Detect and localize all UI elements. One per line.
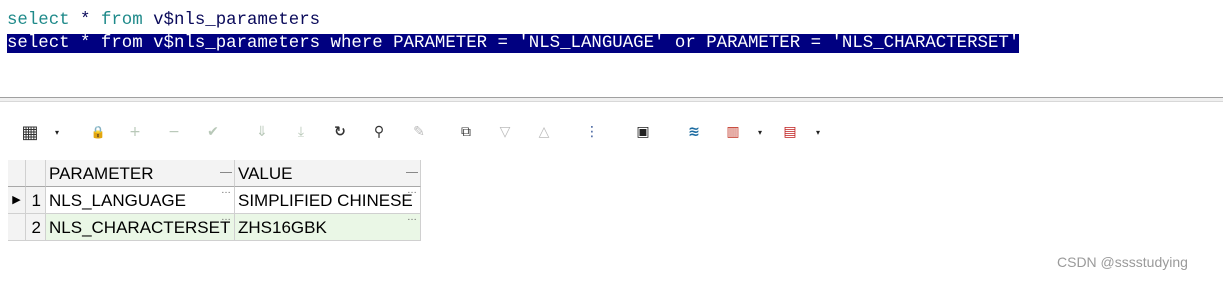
toolbar-separator: [237, 116, 238, 150]
column-header-value[interactable]: VALUE: [235, 160, 421, 187]
clear-icon[interactable]: ✎: [407, 120, 431, 144]
star-token: *: [69, 11, 101, 30]
find-icon[interactable]: ⚲: [367, 120, 391, 144]
grid-layout-icon[interactable]: ▦: [18, 120, 42, 144]
toolbar-separator: [71, 116, 72, 150]
table-row[interactable]: 2 NLS_CHARACTERSET… ZHS16GBK…: [8, 211, 421, 241]
table-row[interactable]: ▶ 1 NLS_LANGUAGE… SIMPLIFIED CHINESE…: [8, 184, 421, 214]
cell-parameter[interactable]: NLS_CHARACTERSET…: [46, 211, 235, 241]
grid-header-row: PARAMETER VALUE: [8, 160, 421, 187]
save-icon[interactable]: ▣: [631, 120, 655, 144]
column-header-parameter[interactable]: PARAMETER: [46, 160, 235, 187]
cell-ellipsis-button[interactable]: …: [407, 211, 417, 225]
cell-value[interactable]: ZHS16GBK…: [235, 211, 421, 241]
header-indicator-cell: [8, 160, 26, 187]
sql-editor[interactable]: select * from v$nls_parameters select * …: [0, 0, 1223, 97]
cell-ellipsis-button[interactable]: …: [221, 184, 231, 198]
database-icon[interactable]: ≋: [682, 120, 706, 144]
cell-value[interactable]: SIMPLIFIED CHINESE…: [235, 184, 421, 214]
toolbar-separator: [568, 116, 569, 150]
current-row-indicator-icon: ▶: [8, 187, 26, 214]
cell-parameter[interactable]: NLS_LANGUAGE…: [46, 184, 235, 214]
keyword-select: select: [7, 11, 70, 30]
toolbar-separator: [443, 116, 444, 150]
sql-line-2-selected[interactable]: select * from v$nls_parameters where PAR…: [7, 33, 1020, 55]
chart-icon[interactable]: ▥: [721, 120, 745, 144]
lock-icon[interactable]: 🔒: [86, 120, 110, 144]
refresh-icon[interactable]: ↻: [328, 120, 352, 144]
fetch-next-icon[interactable]: ⇓: [250, 120, 274, 144]
row-indicator-cell: [8, 214, 26, 241]
grid-layout-dropdown-icon[interactable]: ▾: [52, 120, 62, 144]
table-export-icon[interactable]: ▤: [778, 120, 802, 144]
move-up-icon[interactable]: △: [532, 120, 556, 144]
cell-ellipsis-button[interactable]: …: [221, 211, 231, 225]
column-resize-mark: [406, 172, 418, 173]
watermark: CSDN @sssstudying: [1057, 254, 1188, 270]
sql-line-1[interactable]: select * from v$nls_parameters: [7, 10, 320, 32]
results-toolbar: ▦ ▾ 🔒 + − ✔ ⇓ ⤓ ↻ ⚲ ✎ ⧉ ▽ △ ⋮ ▣ ≋ ▥ ▾ ▤ …: [0, 112, 1223, 156]
keyword-from: from: [100, 11, 143, 30]
move-down-icon[interactable]: ▽: [493, 120, 517, 144]
row-number: 1: [26, 187, 46, 214]
chart-dropdown-icon[interactable]: ▾: [755, 120, 765, 144]
export-icon[interactable]: ⧉: [454, 120, 478, 144]
add-record-icon[interactable]: +: [123, 120, 147, 144]
header-rownum-cell: [26, 160, 46, 187]
post-record-icon[interactable]: ✔: [201, 120, 225, 144]
cell-ellipsis-button[interactable]: …: [407, 184, 417, 198]
delete-record-icon[interactable]: −: [162, 120, 186, 144]
selected-text: select * from v$nls_parameters where PAR…: [7, 34, 1020, 53]
toolbar-separator: [667, 116, 668, 150]
column-resize-mark: [220, 172, 232, 173]
table-export-dropdown-icon[interactable]: ▾: [813, 120, 823, 144]
table-name-token: v$nls_parameters: [142, 11, 321, 30]
toolbar-separator: [617, 116, 618, 150]
editor-splitter[interactable]: [0, 97, 1223, 102]
query-plan-icon[interactable]: ⋮: [580, 120, 604, 144]
row-number: 2: [26, 214, 46, 241]
fetch-last-icon[interactable]: ⤓: [289, 120, 313, 144]
